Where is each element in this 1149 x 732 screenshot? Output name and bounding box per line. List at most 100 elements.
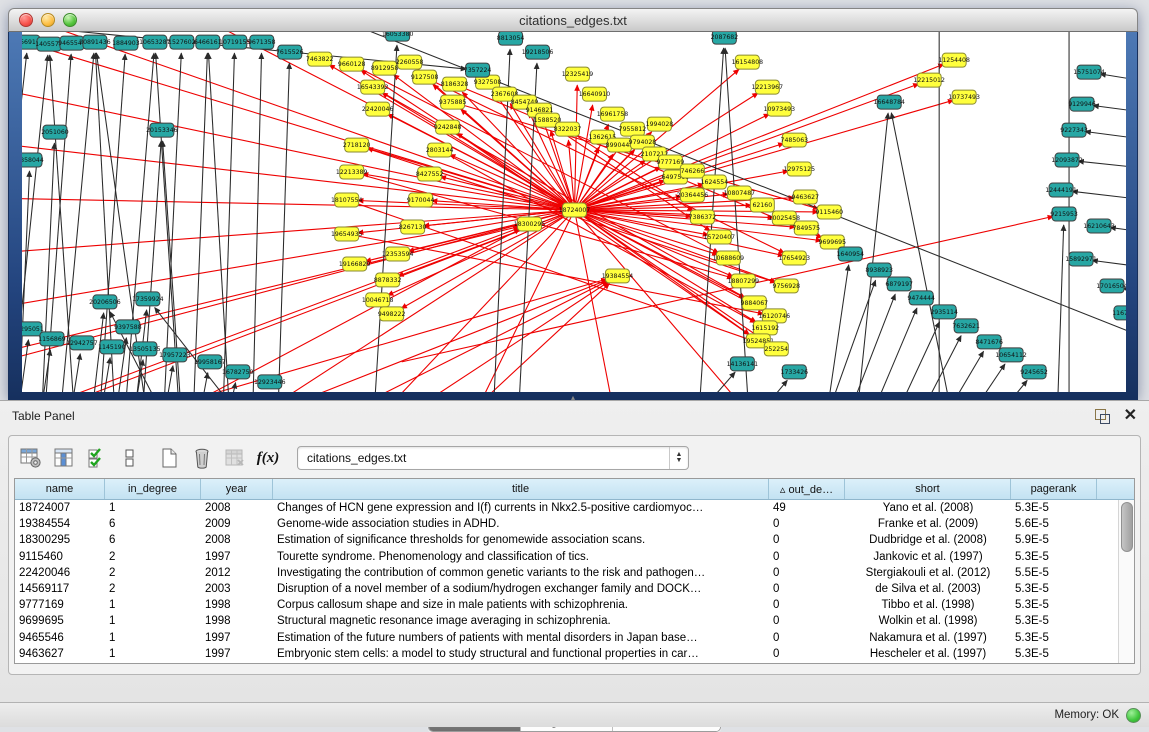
- column-header-year[interactable]: year: [201, 479, 273, 499]
- graph-node[interactable]: 9756928: [773, 279, 801, 293]
- graph-node[interactable]: 20891436: [79, 35, 111, 49]
- column-header-title[interactable]: title: [273, 479, 769, 499]
- table-settings-button[interactable]: [19, 446, 43, 470]
- table-row[interactable]: 977716911998Corpus callosum shape and si…: [15, 597, 1134, 613]
- graph-node[interactable]: 2087682: [711, 32, 739, 44]
- graph-node[interactable]: 12325419: [562, 67, 594, 81]
- graph-node[interactable]: 7386372: [689, 210, 717, 224]
- graph-node[interactable]: 1640954: [836, 247, 864, 261]
- graph-node[interactable]: 10807487: [724, 186, 756, 200]
- graph-node[interactable]: 9884067: [741, 296, 769, 310]
- graph-node[interactable]: 10046718: [362, 293, 394, 307]
- graph-node[interactable]: 2260558: [396, 55, 424, 69]
- select-all-button[interactable]: [85, 446, 109, 470]
- graph-node[interactable]: 1145190: [98, 340, 126, 354]
- table-vertical-scrollbar[interactable]: [1118, 500, 1134, 663]
- graph-node[interactable]: 17016504: [1096, 279, 1126, 293]
- table-row[interactable]: 2242004622012Investigating the contribut…: [15, 565, 1134, 581]
- graph-node[interactable]: 746266: [680, 164, 704, 178]
- graph-node[interactable]: 16210643: [1083, 219, 1115, 233]
- table-row[interactable]: 946554611997Estimation of the future num…: [15, 630, 1134, 646]
- graph-node[interactable]: 19958167: [194, 355, 226, 369]
- column-header-short[interactable]: short: [845, 479, 1011, 499]
- graph-node[interactable]: 12213389: [336, 165, 368, 179]
- graph-node[interactable]: 12942757: [66, 336, 98, 350]
- graph-node[interactable]: 9245652: [1020, 365, 1048, 379]
- graph-node[interactable]: 20153346: [146, 123, 178, 137]
- function-builder-button[interactable]: f(x): [256, 446, 280, 470]
- graph-node[interactable]: 7615526: [276, 45, 304, 59]
- graph-node[interactable]: 6879197: [885, 277, 913, 291]
- graph-node[interactable]: 9129946: [1068, 97, 1096, 111]
- graph-node[interactable]: 1624554: [701, 175, 729, 189]
- graph-node[interactable]: 19654935: [331, 227, 363, 241]
- delete-table-button[interactable]: [223, 446, 247, 470]
- graph-node[interactable]: 6466161: [194, 35, 222, 49]
- graph-node[interactable]: 12093872: [1051, 153, 1083, 167]
- graph-node[interactable]: 12215012: [913, 73, 945, 87]
- graph-node[interactable]: 2803144: [426, 143, 454, 157]
- graph-node[interactable]: 16640910: [579, 87, 611, 101]
- graph-node[interactable]: 16543392: [357, 80, 389, 94]
- graph-node[interactable]: 1858044: [22, 153, 44, 167]
- graph-node[interactable]: 1615192: [752, 321, 780, 335]
- graph-node[interactable]: 19166829: [339, 257, 371, 271]
- graph-node[interactable]: 8878332: [374, 273, 402, 287]
- table-row[interactable]: 969969511998Structural magnetic resonanc…: [15, 613, 1134, 629]
- table-row[interactable]: 946362711997Embryonic stem cells: a mode…: [15, 646, 1134, 662]
- graph-node[interactable]: 10737493: [948, 90, 980, 104]
- graph-node[interactable]: 16154808: [732, 55, 764, 69]
- graph-node[interactable]: 9242848: [434, 120, 462, 134]
- splitter-handle-icon[interactable]: ▴: [571, 393, 575, 402]
- graph-node[interactable]: 8186328: [441, 77, 469, 91]
- graph-node[interactable]: 2935114: [930, 305, 958, 319]
- graph-node[interactable]: 18300295: [514, 217, 546, 231]
- graph-node[interactable]: 9474444: [907, 291, 935, 305]
- new-column-button[interactable]: [157, 446, 181, 470]
- graph-node[interactable]: 9170044: [407, 193, 435, 207]
- graph-node[interactable]: 16053380: [382, 32, 414, 41]
- graph-node[interactable]: 16648784: [873, 95, 905, 109]
- graph-node[interactable]: 9660128: [338, 57, 366, 71]
- select-column-button[interactable]: [52, 446, 76, 470]
- table-row[interactable]: 1872400712008Changes of HCN gene express…: [15, 500, 1134, 516]
- table-row[interactable]: 1456911722003Disruption of a novel membe…: [15, 581, 1134, 597]
- graph-node[interactable]: 12444191: [1045, 183, 1077, 197]
- graph-node[interactable]: 7955812: [619, 122, 647, 136]
- graph-node[interactable]: 1527602: [168, 35, 196, 49]
- graph-node[interactable]: 15720407: [704, 230, 736, 244]
- graph-node[interactable]: 20364456: [677, 188, 709, 202]
- graph-node[interactable]: 9498222: [378, 307, 406, 321]
- graph-node[interactable]: 18107554: [331, 193, 363, 207]
- graph-node[interactable]: 10688609: [713, 251, 745, 265]
- graph-node[interactable]: 9671358: [248, 35, 276, 49]
- graph-node[interactable]: 1994028: [646, 117, 674, 131]
- table-select-dropdown[interactable]: citations_edges.txt ▲▼: [297, 446, 689, 470]
- close-panel-icon[interactable]: ✕: [1124, 409, 1137, 423]
- graph-node[interactable]: 13505135: [129, 342, 161, 356]
- graph-node[interactable]: 17359924: [132, 292, 164, 306]
- network-canvas[interactable]: 1872400722420046165433922718120122133891…: [22, 32, 1126, 392]
- float-panel-icon[interactable]: [1095, 409, 1110, 424]
- graph-node[interactable]: 7485063: [781, 133, 809, 147]
- graph-node[interactable]: 12975125: [784, 162, 816, 176]
- graph-node[interactable]: 62160: [750, 198, 774, 212]
- scrollbar-thumb[interactable]: [1121, 502, 1133, 552]
- graph-node[interactable]: 17957223: [159, 348, 191, 362]
- graph-node[interactable]: 12213967: [752, 80, 784, 94]
- graph-node[interactable]: 7357224: [464, 63, 492, 77]
- graph-node[interactable]: 9227343: [1060, 123, 1088, 137]
- graph-node[interactable]: 16782759: [222, 365, 254, 379]
- graph-node[interactable]: 10719155: [219, 35, 251, 49]
- delete-column-button[interactable]: [190, 446, 214, 470]
- graph-node[interactable]: 10973493: [764, 102, 796, 116]
- graph-node[interactable]: 7849575: [793, 221, 821, 235]
- graph-node[interactable]: 8427552: [416, 167, 444, 181]
- graph-node[interactable]: 9463627: [792, 190, 820, 204]
- graph-node[interactable]: 17654923: [779, 251, 811, 265]
- graph-node[interactable]: 10654112: [995, 348, 1027, 362]
- graph-node[interactable]: 19384554: [602, 269, 634, 283]
- graph-node[interactable]: 252254: [764, 342, 788, 356]
- graph-node[interactable]: 14136141: [727, 357, 759, 371]
- column-header-name[interactable]: name: [15, 479, 105, 499]
